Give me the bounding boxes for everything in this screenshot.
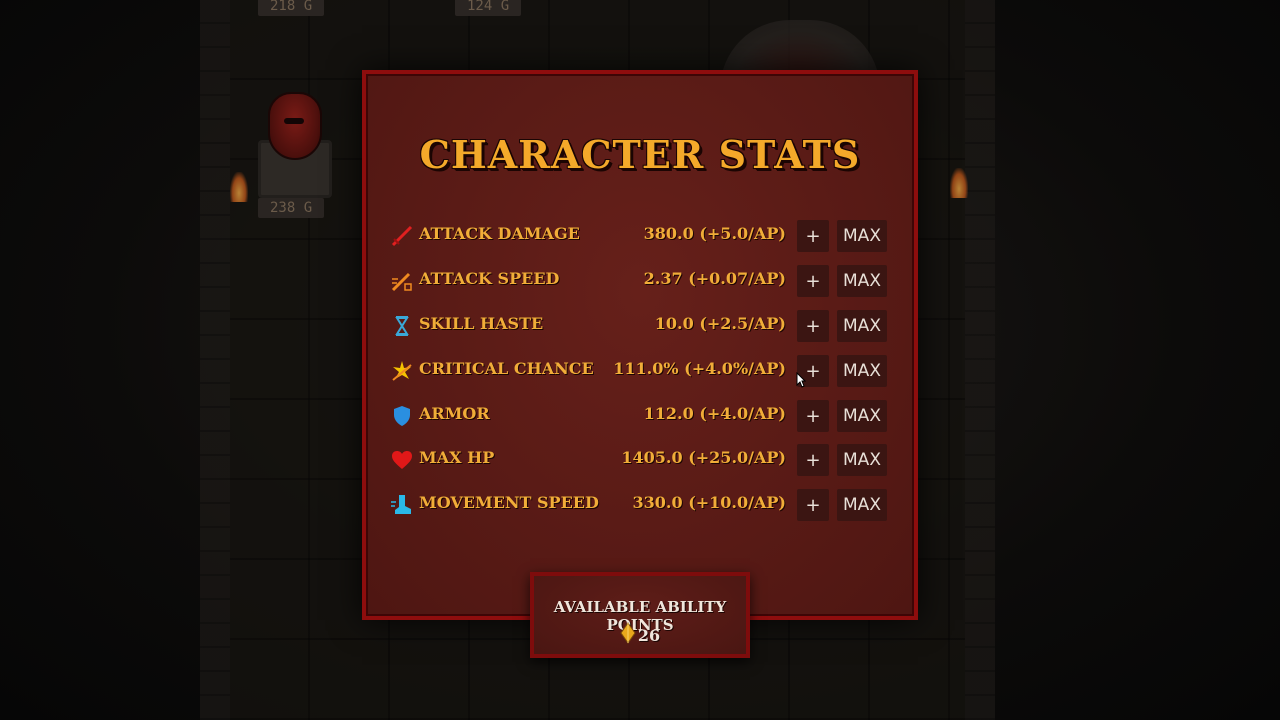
price-tag: 218 G <box>258 0 325 16</box>
mouse-cursor-icon <box>796 371 807 392</box>
boot-icon <box>390 493 414 517</box>
increase-movement-speed-button[interactable]: + <box>797 489 829 521</box>
stat-name: CRITICAL CHANCE <box>419 359 594 378</box>
ability-points-display: 26 <box>534 622 746 648</box>
increase-attack-damage-button[interactable]: + <box>797 220 829 252</box>
stat-row-movement-speed: MOVEMENT SPEED 330.0 (+10.0/AP) + MAX <box>390 489 890 521</box>
stat-value: 111.0% (+4.0%/AP) <box>613 359 786 378</box>
max-attack-speed-button[interactable]: MAX <box>837 265 887 297</box>
stat-name: ATTACK SPEED <box>419 269 560 288</box>
ability-points-value: 26 <box>637 625 661 645</box>
sword-speed-icon <box>390 269 414 293</box>
hourglass-icon <box>390 314 414 338</box>
stat-value: 2.37 (+0.07/AP) <box>643 269 786 288</box>
ability-points-box: AVAILABLE ABILITY POINTS 26 <box>530 572 750 658</box>
price-tag: 238 G <box>258 198 325 218</box>
increase-max-hp-button[interactable]: + <box>797 444 829 476</box>
stat-row-attack-speed: ATTACK SPEED 2.37 (+0.07/AP) + MAX <box>390 265 890 297</box>
max-critical-chance-button[interactable]: MAX <box>837 355 887 387</box>
max-skill-haste-button[interactable]: MAX <box>837 310 887 342</box>
dungeon-wall-left <box>200 0 230 720</box>
stat-row-skill-haste: SKILL HASTE 10.0 (+2.5/AP) + MAX <box>390 310 890 342</box>
gem-icon <box>620 622 636 648</box>
stat-name: SKILL HASTE <box>419 314 544 333</box>
stat-name: MAX HP <box>419 448 495 467</box>
stat-name: ATTACK DAMAGE <box>419 224 580 243</box>
stat-row-max-hp: MAX HP 1405.0 (+25.0/AP) + MAX <box>390 444 890 476</box>
heart-icon <box>390 448 414 472</box>
shield-icon <box>390 404 414 428</box>
sword-icon <box>390 224 414 248</box>
stat-row-attack-damage: ATTACK DAMAGE 380.0 (+5.0/AP) + MAX <box>390 220 890 252</box>
max-max-hp-button[interactable]: MAX <box>837 444 887 476</box>
critical-strike-icon <box>390 359 414 383</box>
stat-name: ARMOR <box>419 404 490 423</box>
increase-skill-haste-button[interactable]: + <box>797 310 829 342</box>
max-attack-damage-button[interactable]: MAX <box>837 220 887 252</box>
max-armor-button[interactable]: MAX <box>837 400 887 432</box>
stat-row-armor: ARMOR 112.0 (+4.0/AP) + MAX <box>390 400 890 432</box>
increase-attack-speed-button[interactable]: + <box>797 265 829 297</box>
stat-value: 1405.0 (+25.0/AP) <box>621 448 786 467</box>
increase-armor-button[interactable]: + <box>797 400 829 432</box>
stat-value: 330.0 (+10.0/AP) <box>632 493 786 512</box>
stat-row-critical-chance: CRITICAL CHANCE 111.0% (+4.0%/AP) + MAX <box>390 355 890 387</box>
max-movement-speed-button[interactable]: MAX <box>837 489 887 521</box>
stat-name: MOVEMENT SPEED <box>419 493 599 512</box>
game-scene: 218 G 124 G 238 G CHARACTER STATS ATTACK… <box>0 0 1280 720</box>
price-tag: 124 G <box>455 0 522 16</box>
stat-value: 380.0 (+5.0/AP) <box>643 224 786 243</box>
stat-value: 10.0 (+2.5/AP) <box>654 314 786 333</box>
panel-title: CHARACTER STATS <box>419 132 861 177</box>
dungeon-wall-right <box>965 0 995 720</box>
stat-value: 112.0 (+4.0/AP) <box>643 404 786 423</box>
